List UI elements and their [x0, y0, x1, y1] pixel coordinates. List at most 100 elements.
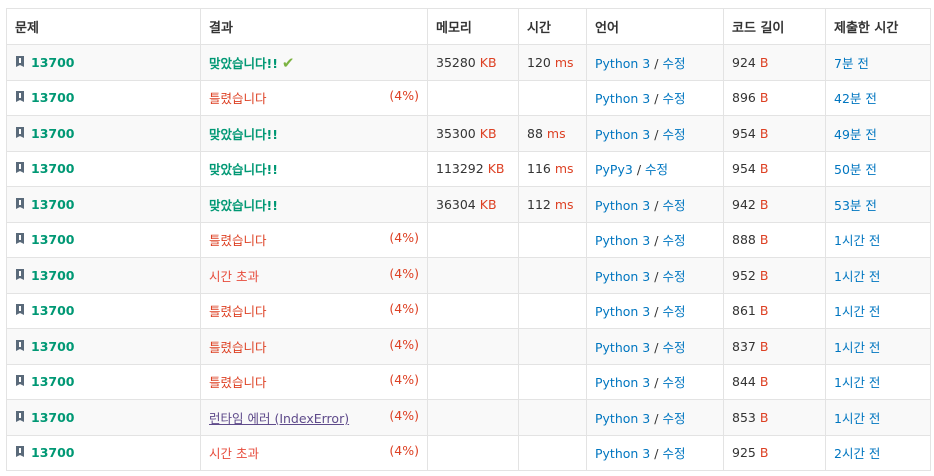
column-header-language[interactable]: 언어	[586, 8, 724, 45]
check-icon: ✔	[281, 53, 295, 72]
problem-link[interactable]: 13700	[31, 161, 75, 176]
code-length-cell: 861 B	[723, 292, 826, 329]
column-header-submitted[interactable]: 제출한 시간	[825, 8, 931, 45]
submitted-time-link[interactable]: 1시간 전	[834, 269, 880, 284]
result-cell: 런타임 에러 (IndexError) (4%)	[200, 399, 428, 436]
language-cell: Python 3 / 수정	[586, 292, 724, 329]
language-link[interactable]: Python 3	[595, 269, 650, 284]
problem-link[interactable]: 13700	[31, 90, 75, 105]
edit-link[interactable]: 수정	[662, 269, 685, 284]
time-cell	[518, 434, 587, 471]
code-length-cell: 942 B	[723, 186, 826, 223]
edit-link[interactable]: 수정	[662, 198, 685, 213]
submitted-time-link[interactable]: 49분 전	[834, 127, 877, 142]
edit-link[interactable]: 수정	[645, 162, 668, 177]
problem-link[interactable]: 13700	[31, 303, 75, 318]
edit-link[interactable]: 수정	[662, 233, 685, 248]
problem-cell: 13700	[6, 221, 201, 258]
column-header-memory[interactable]: 메모리	[427, 8, 519, 45]
table-row: 13700 시간 초과 (4%) Python 3 / 수정 952 B 1시간 전	[6, 257, 931, 294]
memory-cell: 35280 KB	[427, 44, 519, 81]
submitted-time-link[interactable]: 1시간 전	[834, 411, 880, 426]
submitted-time-link[interactable]: 2시간 전	[834, 446, 880, 461]
edit-link[interactable]: 수정	[662, 56, 685, 71]
table-row: 13700 틀렸습니다 (4%) Python 3 / 수정 861 B 1시간 전	[6, 292, 931, 329]
problem-link[interactable]: 13700	[31, 445, 75, 460]
edit-link[interactable]: 수정	[662, 91, 685, 106]
separator: /	[654, 233, 659, 249]
problem-link[interactable]: 13700	[31, 197, 75, 212]
problem-cell: 13700	[6, 115, 201, 152]
problem-badge-icon	[15, 162, 25, 175]
problem-cell: 13700	[6, 79, 201, 116]
problem-link[interactable]: 13700	[31, 374, 75, 389]
result-cell: 시간 초과 (4%)	[200, 257, 428, 294]
language-link[interactable]: Python 3	[595, 411, 650, 426]
result-text: 틀렸습니다	[209, 304, 267, 320]
result-text: 시간 초과	[209, 446, 259, 462]
language-link[interactable]: Python 3	[595, 56, 650, 71]
problem-link[interactable]: 13700	[31, 55, 75, 70]
time-value: 116	[527, 161, 551, 177]
language-link[interactable]: Python 3	[595, 446, 650, 461]
problem-badge-icon	[15, 268, 25, 282]
problem-badge-icon	[15, 446, 25, 459]
code-length-unit: B	[759, 161, 769, 177]
submitted-cell: 1시간 전	[825, 363, 931, 400]
memory-cell	[427, 221, 519, 258]
language-cell: Python 3 / 수정	[586, 257, 724, 294]
language-link[interactable]: Python 3	[595, 340, 650, 355]
language-link[interactable]: Python 3	[595, 375, 650, 390]
progress-percent: (4%)	[389, 336, 419, 352]
submitted-time-link[interactable]: 1시간 전	[834, 233, 880, 248]
language-link[interactable]: Python 3	[595, 127, 650, 142]
code-length-cell: 837 B	[723, 328, 826, 365]
submitted-time-link[interactable]: 1시간 전	[834, 304, 880, 319]
edit-link[interactable]: 수정	[662, 340, 685, 355]
problem-link[interactable]: 13700	[31, 339, 75, 354]
edit-link[interactable]: 수정	[662, 304, 685, 319]
submitted-time-link[interactable]: 1시간 전	[834, 375, 880, 390]
memory-cell	[427, 257, 519, 294]
problem-badge-icon	[15, 126, 25, 140]
problem-cell: 13700	[6, 44, 201, 81]
problem-link[interactable]: 13700	[31, 126, 75, 141]
separator: /	[654, 126, 659, 142]
time-cell	[518, 79, 587, 116]
edit-link[interactable]: 수정	[662, 127, 685, 142]
column-header-result[interactable]: 결과	[200, 8, 428, 45]
language-link[interactable]: Python 3	[595, 198, 650, 213]
code-length-unit: B	[759, 338, 769, 354]
problem-link[interactable]: 13700	[31, 268, 75, 283]
time-unit: ms	[554, 196, 574, 212]
submitted-time-link[interactable]: 1시간 전	[834, 340, 880, 355]
code-length-cell: 844 B	[723, 363, 826, 400]
problem-link[interactable]: 13700	[31, 410, 75, 425]
edit-link[interactable]: 수정	[662, 411, 685, 426]
submitted-time-link[interactable]: 42분 전	[834, 91, 877, 106]
edit-link[interactable]: 수정	[662, 446, 685, 461]
language-link[interactable]: PyPy3	[595, 162, 633, 177]
language-link[interactable]: Python 3	[595, 91, 650, 106]
submitted-cell: 49분 전	[825, 115, 931, 152]
problem-cell: 13700	[6, 186, 201, 223]
time-value: 120	[527, 54, 551, 70]
code-length-value: 952	[732, 267, 756, 283]
problem-badge-icon	[15, 91, 25, 104]
problem-link[interactable]: 13700	[31, 232, 75, 247]
separator: /	[654, 91, 659, 107]
result-text[interactable]: 런타임 에러 (IndexError)	[209, 411, 349, 426]
language-cell: Python 3 / 수정	[586, 399, 724, 436]
submitted-time-link[interactable]: 50분 전	[834, 162, 877, 177]
language-link[interactable]: Python 3	[595, 304, 650, 319]
column-header-problem[interactable]: 문제	[6, 8, 201, 45]
submitted-time-link[interactable]: 7분 전	[834, 56, 869, 71]
language-link[interactable]: Python 3	[595, 233, 650, 248]
separator: /	[654, 410, 659, 426]
column-header-code-length[interactable]: 코드 길이	[723, 8, 826, 45]
separator: /	[654, 375, 659, 391]
edit-link[interactable]: 수정	[662, 375, 685, 390]
column-header-time[interactable]: 시간	[518, 8, 587, 45]
submitted-time-link[interactable]: 53분 전	[834, 198, 877, 213]
code-length-value: 837	[732, 338, 756, 354]
